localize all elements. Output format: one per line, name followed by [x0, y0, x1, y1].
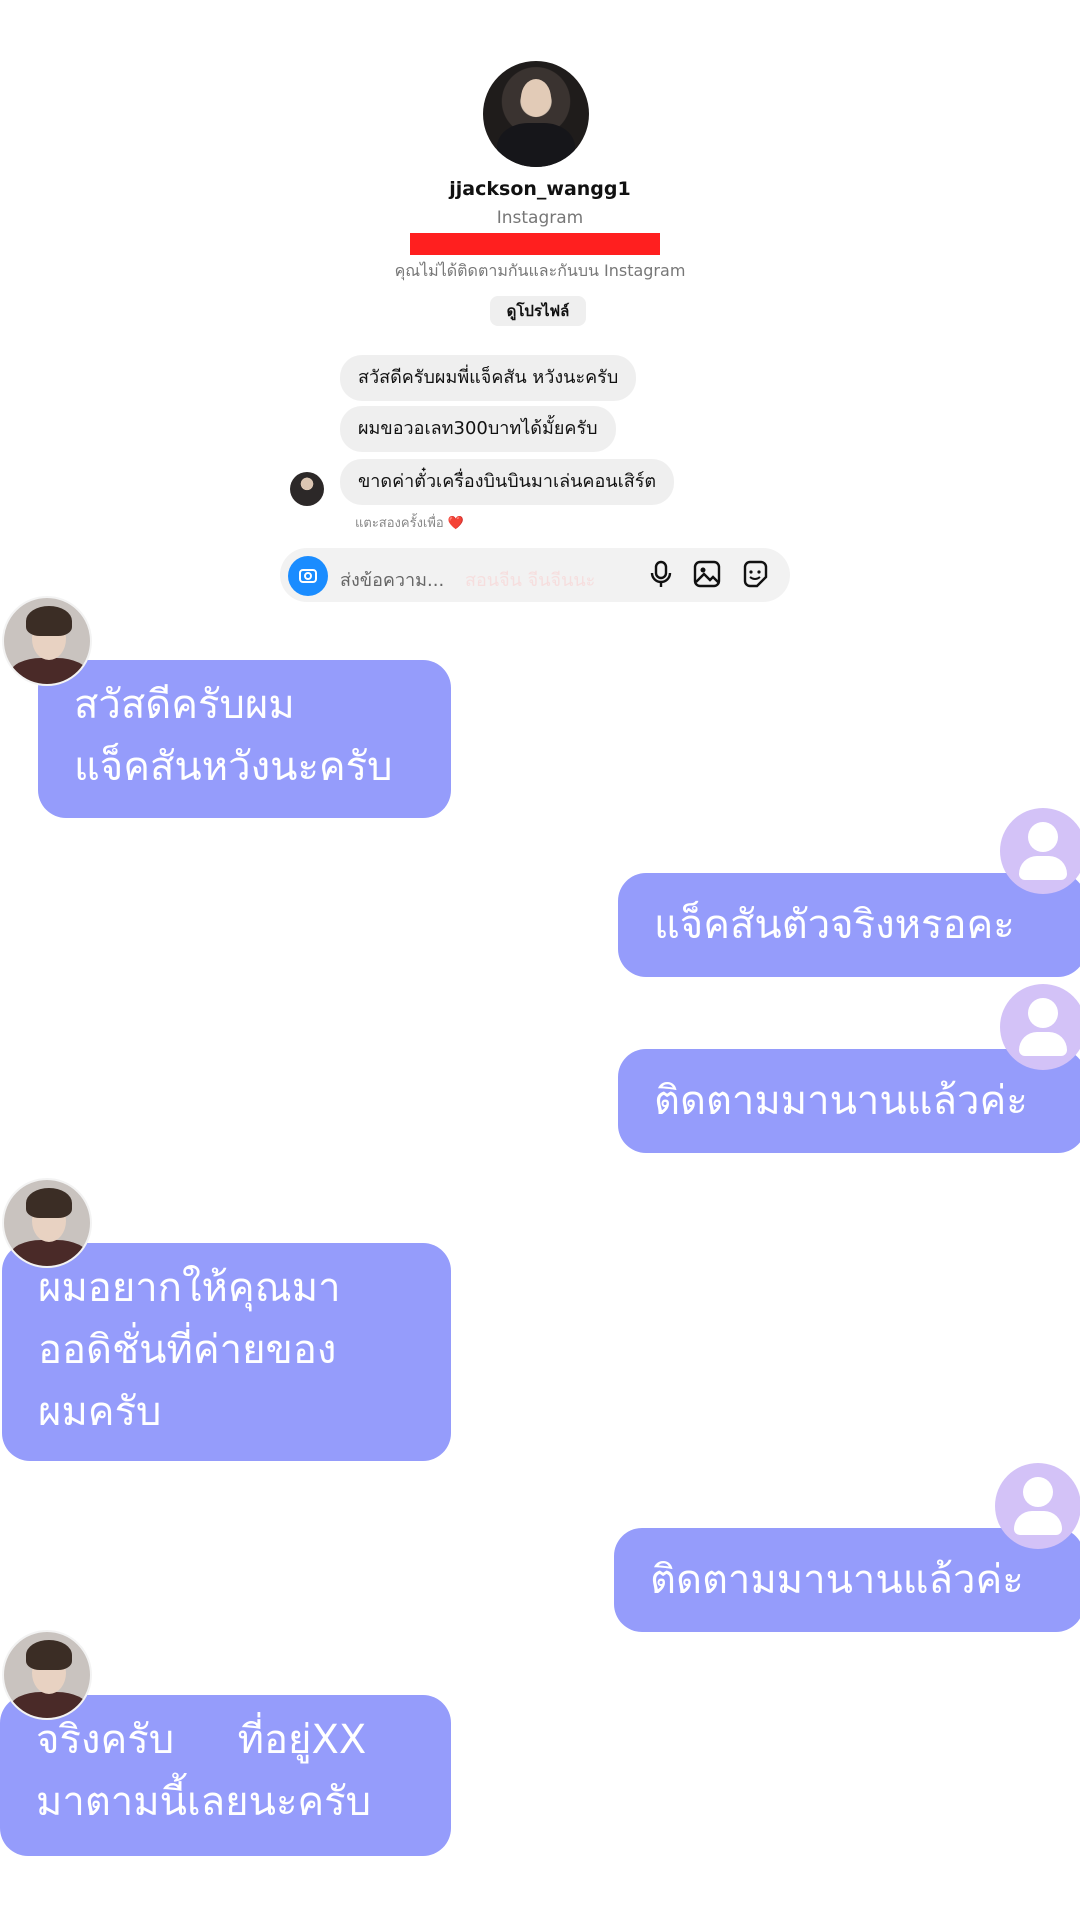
view-profile-button[interactable]: ดูโปรไฟล์: [490, 296, 586, 326]
jackson-message-bubble: สวัสดีครับผม แจ็คสันหวังนะครับ: [38, 660, 451, 818]
follow-status-text: คุณไม่ได้ติดตามกันและกันบน Instagram: [394, 261, 686, 280]
instagram-message-2: ผมขอวอเลท300บาทได้มั้ยครับ: [340, 406, 616, 452]
camera-icon[interactable]: [288, 556, 328, 596]
message-line: แจ็คสันหวังนะครับ: [74, 744, 393, 790]
jackson-avatar: [2, 1178, 92, 1268]
message-line: ผมครับ: [38, 1389, 162, 1435]
heart-icon: ❤️: [447, 516, 465, 531]
avatar-body: [497, 123, 575, 167]
jackson-avatar: [2, 1630, 92, 1720]
redaction-bar: [410, 233, 660, 255]
user-avatar: [1000, 984, 1080, 1070]
message-line: แจ็คสันตัวจริงหรอคะ: [654, 902, 1015, 948]
message-line: จริงครับ ที่อยู่XX: [36, 1717, 367, 1763]
microphone-icon[interactable]: [646, 559, 676, 589]
message-line: มาตามนี้เลยนะครับ: [36, 1779, 372, 1825]
instagram-app-label: Instagram: [496, 208, 584, 228]
double-tap-hint-text: แตะสองครั้งเพื่อ: [355, 516, 444, 531]
ghost-overlay-text: สอนจีน จีนจีนนะ: [465, 570, 596, 591]
message-input-placeholder[interactable]: ส่งข้อความ...: [340, 565, 444, 594]
instagram-sender-avatar: [290, 472, 324, 506]
instagram-message-3: ขาดค่าตั๋วเครื่องบินบินมาเล่นคอนเสิร์ต: [340, 459, 675, 505]
message-line: ออดิชั่นที่ค่ายของ: [38, 1327, 337, 1373]
message-line: ติดตามมานานแล้วค่ะ: [650, 1557, 1024, 1603]
user-avatar: [995, 1463, 1080, 1549]
user-message-bubble: ติดตามมานานแล้วค่ะ: [618, 1049, 1080, 1153]
message-line: ผมอยากให้คุณมา: [38, 1265, 341, 1311]
jackson-message-bubble: จริงครับ ที่อยู่XX มาตามนี้เลยนะครับ: [0, 1695, 451, 1856]
avatar-face: [521, 79, 551, 117]
jackson-message-bubble: ผมอยากให้คุณมา ออดิชั่นที่ค่ายของ ผมครับ: [2, 1243, 451, 1461]
gallery-icon[interactable]: [692, 559, 722, 589]
user-message-bubble: แจ็คสันตัวจริงหรอคะ: [618, 873, 1080, 977]
instagram-username: jjackson_wangg1: [449, 178, 631, 200]
sticker-icon[interactable]: [740, 559, 770, 589]
jackson-avatar: [2, 596, 92, 686]
message-line: ติดตามมานานแล้วค่ะ: [654, 1078, 1028, 1124]
user-message-bubble: ติดตามมานานแล้วค่ะ: [614, 1528, 1080, 1632]
double-tap-hint: แตะสองครั้งเพื่อ ❤️: [355, 512, 464, 533]
message-line: สวัสดีครับผม: [74, 682, 295, 728]
user-avatar: [1000, 808, 1080, 894]
instagram-profile-avatar[interactable]: [483, 61, 589, 167]
instagram-message-1: สวัสดีครับผมพี่แจ็คสัน หวังนะครับ: [340, 355, 637, 401]
